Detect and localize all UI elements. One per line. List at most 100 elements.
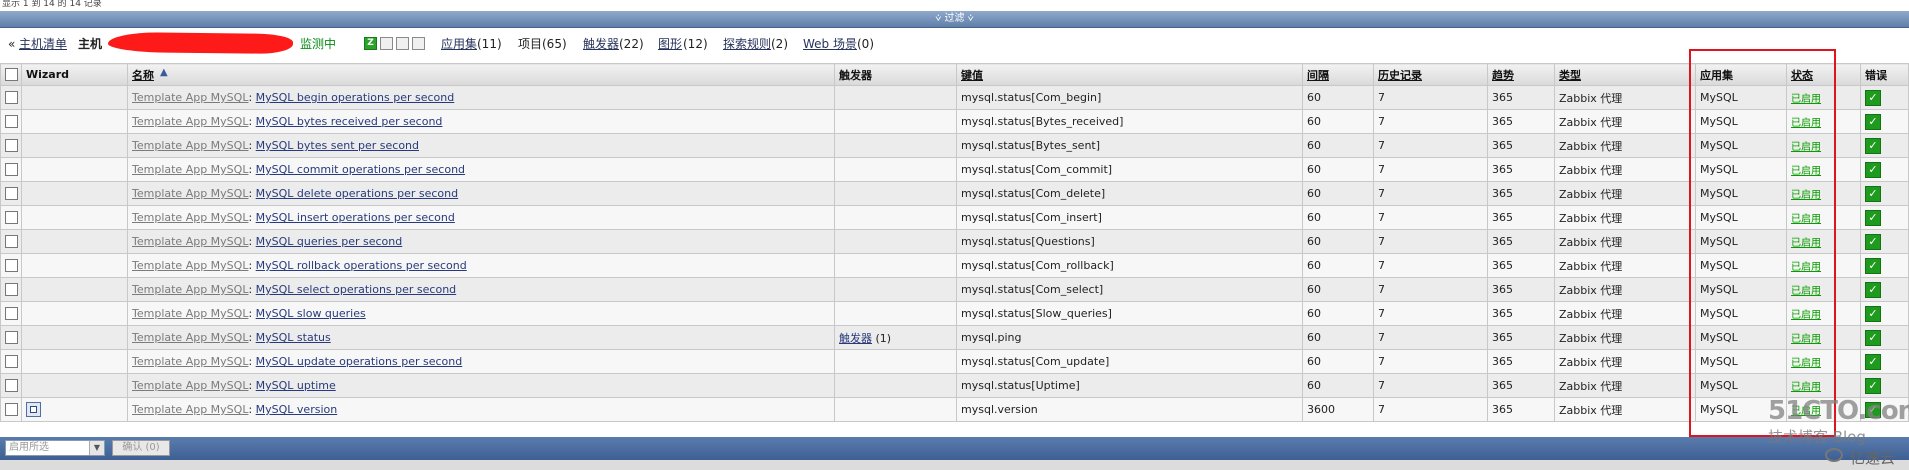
row-key-cell: mysql.status[Uptime] xyxy=(956,373,1303,398)
item-name-link[interactable]: MySQL slow queries xyxy=(256,307,366,320)
row-error-cell: ✓ xyxy=(1860,301,1909,326)
row-status-cell: 已启用 xyxy=(1786,157,1861,182)
check-icon: ✓ xyxy=(1865,329,1881,346)
item-name-link[interactable]: MySQL begin operations per second xyxy=(256,91,455,104)
row-select-cell xyxy=(0,157,22,182)
web-scenarios-link[interactable]: Web 场景 xyxy=(803,35,857,53)
row-checkbox[interactable] xyxy=(5,403,18,417)
row-interval-cell: 60 xyxy=(1302,373,1374,398)
template-link[interactable]: Template App MySQL xyxy=(132,331,248,344)
row-checkbox[interactable] xyxy=(5,163,18,177)
go-button[interactable]: 确认 (0) xyxy=(112,440,170,456)
row-checkbox[interactable] xyxy=(5,139,18,153)
status-toggle-link[interactable]: 已启用 xyxy=(1791,382,1821,393)
row-checkbox[interactable] xyxy=(5,91,18,105)
item-name-link[interactable]: MySQL queries per second xyxy=(256,235,403,248)
item-name-link[interactable]: MySQL commit operations per second xyxy=(256,163,465,176)
sort-by-history-link[interactable]: 历史记录 xyxy=(1378,69,1422,82)
status-toggle-link[interactable]: 已启用 xyxy=(1791,358,1821,369)
item-name-link[interactable]: MySQL status xyxy=(256,331,331,344)
items-table: Wizard 名称 ▲ 触发器 键值 间隔 历史记录 趋势 类型 应用集 状态 错… xyxy=(0,63,1909,422)
item-name-link[interactable]: MySQL uptime xyxy=(256,379,336,392)
row-app-cell: MySQL xyxy=(1695,253,1787,278)
header-status: 状态 xyxy=(1786,63,1861,86)
status-toggle-link[interactable]: 已启用 xyxy=(1791,286,1821,297)
row-select-cell xyxy=(0,85,22,110)
template-link[interactable]: Template App MySQL xyxy=(132,379,248,392)
select-all-checkbox[interactable] xyxy=(5,68,18,82)
row-checkbox[interactable] xyxy=(5,211,18,225)
sort-by-type-link[interactable]: 类型 xyxy=(1559,69,1581,82)
sort-by-key-link[interactable]: 键值 xyxy=(961,69,983,82)
row-checkbox[interactable] xyxy=(5,307,18,321)
template-link[interactable]: Template App MySQL xyxy=(132,259,248,272)
host-label: 主机 xyxy=(78,37,103,51)
item-name-link[interactable]: MySQL insert operations per second xyxy=(256,211,455,224)
template-link[interactable]: Template App MySQL xyxy=(132,163,248,176)
row-status-cell: 已启用 xyxy=(1786,253,1861,278)
mass-action-select[interactable]: 启用所选 ▼ xyxy=(5,440,105,456)
row-select-cell xyxy=(0,253,22,278)
status-toggle-link[interactable]: 已启用 xyxy=(1791,94,1821,105)
row-checkbox[interactable] xyxy=(5,331,18,345)
graphs-link[interactable]: 图形 xyxy=(658,35,682,53)
check-icon: ✓ xyxy=(1865,377,1881,394)
check-icon: ✓ xyxy=(1865,281,1881,298)
status-toggle-link[interactable]: 已启用 xyxy=(1791,238,1821,249)
template-link[interactable]: Template App MySQL xyxy=(132,139,248,152)
host-list-link[interactable]: 主机清单 xyxy=(19,35,67,53)
item-name-link[interactable]: MySQL bytes sent per second xyxy=(256,139,419,152)
template-link[interactable]: Template App MySQL xyxy=(132,403,248,416)
items-count: (65) xyxy=(542,37,567,51)
row-checkbox[interactable] xyxy=(5,355,18,369)
check-icon: ✓ xyxy=(1865,209,1881,226)
item-name-link[interactable]: MySQL bytes received per second xyxy=(256,115,443,128)
sort-by-status-link[interactable]: 状态 xyxy=(1791,69,1813,82)
row-checkbox[interactable] xyxy=(5,379,18,393)
status-toggle-link[interactable]: 已启用 xyxy=(1791,334,1821,345)
template-link[interactable]: Template App MySQL xyxy=(132,307,248,320)
row-interval-cell: 60 xyxy=(1302,157,1374,182)
filter-toggle-bar[interactable]: ⩒ 过滤 ⩒ xyxy=(0,11,1909,28)
items-label: 项目 xyxy=(518,37,543,51)
item-triggers-link[interactable]: 触发器 xyxy=(839,332,872,345)
item-name-link[interactable]: MySQL select operations per second xyxy=(256,283,457,296)
row-interval-cell: 60 xyxy=(1302,253,1374,278)
sort-by-name-link[interactable]: 名称 xyxy=(132,69,154,82)
template-link[interactable]: Template App MySQL xyxy=(132,235,248,248)
row-type-cell: Zabbix 代理 xyxy=(1554,181,1696,206)
discovery-rules-link[interactable]: 探索规则 xyxy=(723,35,771,53)
template-link[interactable]: Template App MySQL xyxy=(132,211,248,224)
status-toggle-link[interactable]: 已启用 xyxy=(1791,118,1821,129)
status-toggle-link[interactable]: 已启用 xyxy=(1791,166,1821,177)
template-link[interactable]: Template App MySQL xyxy=(132,115,248,128)
item-name-link[interactable]: MySQL delete operations per second xyxy=(256,187,458,200)
row-select-cell xyxy=(0,277,22,302)
row-checkbox[interactable] xyxy=(5,115,18,129)
row-interval-cell: 3600 xyxy=(1302,397,1374,422)
item-name-link[interactable]: MySQL rollback operations per second xyxy=(256,259,467,272)
row-checkbox[interactable] xyxy=(5,283,18,297)
item-name-link[interactable]: MySQL version xyxy=(256,403,338,416)
status-toggle-link[interactable]: 已启用 xyxy=(1791,310,1821,321)
item-name-link[interactable]: MySQL update operations per second xyxy=(256,355,463,368)
template-link[interactable]: Template App MySQL xyxy=(132,355,248,368)
row-checkbox[interactable] xyxy=(5,259,18,273)
sort-by-trends-link[interactable]: 趋势 xyxy=(1492,69,1514,82)
status-toggle-link[interactable]: 已启用 xyxy=(1791,190,1821,201)
row-checkbox[interactable] xyxy=(5,235,18,249)
row-select-cell xyxy=(0,229,22,254)
wizard-icon[interactable] xyxy=(26,402,41,417)
row-error-cell: ✓ xyxy=(1860,85,1909,110)
sort-by-interval-link[interactable]: 间隔 xyxy=(1307,69,1329,82)
status-toggle-link[interactable]: 已启用 xyxy=(1791,214,1821,225)
status-toggle-link[interactable]: 已启用 xyxy=(1791,262,1821,273)
status-toggle-link[interactable]: 已启用 xyxy=(1791,142,1821,153)
template-link[interactable]: Template App MySQL xyxy=(132,91,248,104)
row-checkbox[interactable] xyxy=(5,187,18,201)
template-link[interactable]: Template App MySQL xyxy=(132,187,248,200)
template-link[interactable]: Template App MySQL xyxy=(132,283,248,296)
triggers-link[interactable]: 触发器 xyxy=(583,35,619,53)
applications-link[interactable]: 应用集 xyxy=(441,35,477,53)
row-wizard-cell xyxy=(21,109,128,134)
